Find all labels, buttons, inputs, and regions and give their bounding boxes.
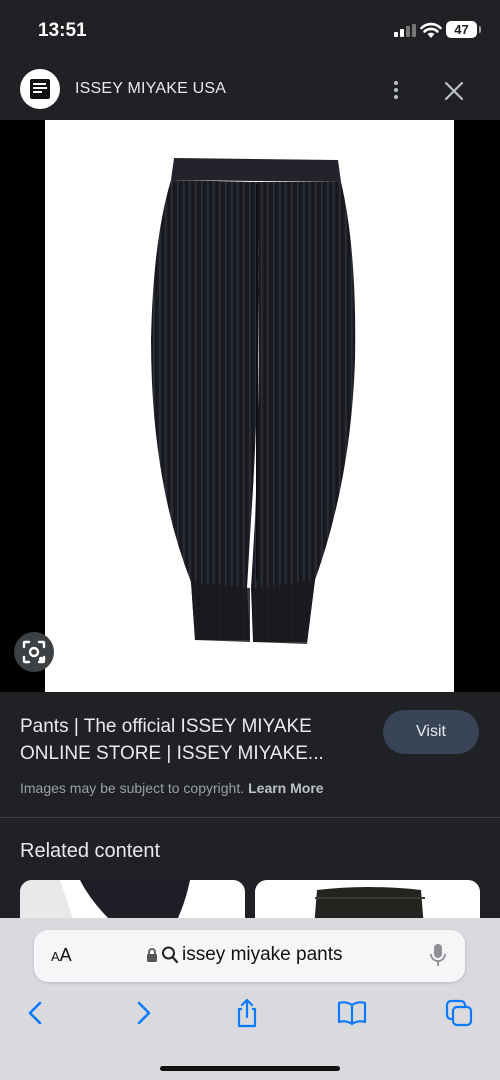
- lens-icon: [22, 640, 46, 664]
- site-name: ISSEY MIYAKE USA: [75, 80, 227, 97]
- pants-illustration: [151, 158, 356, 644]
- search-icon: [162, 946, 179, 964]
- result-title-line1: Pants | The official ISSEY MIYAKE: [20, 716, 312, 737]
- address-bar[interactable]: AA issey miyake pants: [34, 930, 465, 982]
- learn-more-link[interactable]: Learn More: [248, 780, 323, 796]
- mic-icon[interactable]: [429, 943, 447, 969]
- tabs-icon[interactable]: [444, 998, 474, 1028]
- result-source-header: ISSEY MIYAKE USA: [0, 62, 500, 120]
- image-viewer: [0, 120, 500, 692]
- chevron-right-icon[interactable]: [128, 998, 158, 1028]
- result-title[interactable]: Pants | The official ISSEY MIYAKE ONLINE…: [20, 713, 360, 767]
- safari-bottom-bar: AA issey miyake pants: [0, 918, 500, 1080]
- close-icon[interactable]: [442, 79, 466, 103]
- home-indicator: [160, 1066, 340, 1071]
- book-icon[interactable]: [337, 998, 367, 1028]
- battery-indicator: 47: [446, 21, 481, 38]
- copyright-text: Images may be subject to copyright.: [20, 780, 245, 796]
- reader-aa-button[interactable]: AA: [51, 945, 72, 966]
- copyright-notice: Images may be subject to copyright. Learn…: [20, 780, 324, 796]
- wifi-icon: [420, 22, 442, 38]
- cellular-signal-icon: [394, 24, 416, 37]
- lock-icon: [147, 948, 157, 962]
- related-content-heading: Related content: [20, 840, 161, 862]
- url-text: issey miyake pants: [182, 944, 343, 965]
- site-logo: [20, 69, 60, 109]
- divider: [0, 817, 500, 818]
- lens-button[interactable]: [14, 632, 54, 672]
- product-image[interactable]: [45, 120, 454, 692]
- status-bar: 13:51 47: [0, 0, 500, 62]
- share-icon[interactable]: [232, 998, 262, 1028]
- visit-button[interactable]: Visit: [383, 710, 479, 754]
- status-time: 13:51: [38, 20, 87, 41]
- result-title-line2: ONLINE STORE | ISSEY MIYAKE...: [20, 743, 324, 764]
- chevron-left-icon[interactable]: [21, 998, 51, 1028]
- aa-small-letter: A: [51, 949, 60, 964]
- aa-large-letter: A: [59, 945, 72, 965]
- more-vert-icon[interactable]: [388, 78, 404, 102]
